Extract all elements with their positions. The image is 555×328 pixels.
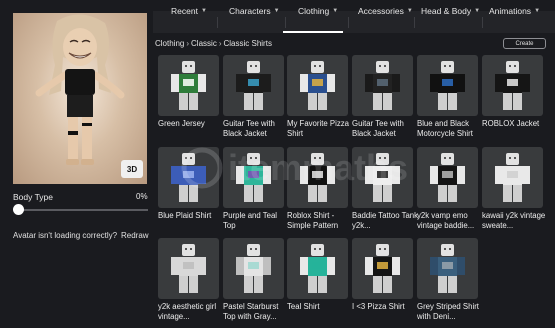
active-tab-indicator <box>283 31 343 33</box>
body-type-value: 0% <box>136 192 148 201</box>
item-card-label[interactable]: Guitar Tee with Black Jacket <box>223 119 291 139</box>
item-thumbnail <box>300 61 335 110</box>
item-card-label[interactable]: Purple and Teal Top <box>223 211 291 231</box>
tab-animations[interactable]: Animations ▼ <box>489 0 540 22</box>
item-card-label[interactable]: Roblox Shirt - Simple Pattern <box>287 211 355 231</box>
avatar-figure <box>35 14 125 165</box>
avatar-preview[interactable]: 3D <box>13 13 147 184</box>
tab-divider <box>285 17 286 28</box>
redraw-link[interactable]: Redraw <box>121 231 149 240</box>
view-3d-button[interactable]: 3D <box>121 160 143 178</box>
item-card[interactable] <box>223 238 284 299</box>
item-thumbnail <box>236 244 271 293</box>
tab-label: Characters <box>229 6 271 16</box>
tab-clothing[interactable]: Clothing ▼ <box>298 0 338 22</box>
chevron-down-icon: ▼ <box>200 8 207 14</box>
tab-recent[interactable]: Recent ▼ <box>171 0 207 22</box>
tab-label: Head & Body <box>421 6 472 16</box>
item-thumbnail <box>171 244 206 293</box>
chevron-down-icon: ▼ <box>474 8 481 14</box>
item-card[interactable] <box>352 238 413 299</box>
item-card-label[interactable]: I <3 Pizza Shirt <box>352 302 420 312</box>
tab-label: Recent <box>171 6 198 16</box>
tab-accessories[interactable]: Accessories ▼ <box>358 0 413 22</box>
breadcrumb-classic[interactable]: Classic <box>191 39 217 48</box>
item-card-label[interactable]: kawaii y2k vintage sweate... <box>482 211 550 231</box>
item-card[interactable] <box>223 147 284 208</box>
item-card[interactable] <box>158 147 219 208</box>
breadcrumb: Clothing › Classic › Classic Shirts <box>155 39 272 48</box>
item-thumbnail <box>365 61 400 110</box>
item-thumbnail <box>365 244 400 293</box>
item-card-label[interactable]: ROBLOX Jacket <box>482 119 550 129</box>
breadcrumb-separator-icon: › <box>218 39 222 48</box>
item-thumbnail <box>171 153 206 202</box>
tab-divider <box>217 17 218 28</box>
item-card-label[interactable]: Baddie Tattoo Tank y2k... <box>352 211 420 231</box>
chevron-down-icon: ▼ <box>273 8 280 14</box>
chevron-down-icon: ▼ <box>406 8 413 14</box>
create-button[interactable]: Create <box>503 38 546 49</box>
item-card[interactable] <box>287 238 348 299</box>
item-thumbnail <box>300 153 335 202</box>
item-thumbnail <box>300 244 335 293</box>
chevron-down-icon: ▼ <box>534 8 541 14</box>
item-card[interactable] <box>417 147 478 208</box>
tab-label: Animations <box>489 6 532 16</box>
item-card-label[interactable]: Teal Shirt <box>287 302 355 312</box>
tab-head-body[interactable]: Head & Body ▼ <box>421 0 480 22</box>
item-card-label[interactable]: Grey Striped Shirt with Deni... <box>417 302 485 322</box>
item-thumbnail <box>430 244 465 293</box>
item-thumbnail <box>236 61 271 110</box>
item-thumbnail <box>495 61 530 110</box>
item-card[interactable] <box>482 147 543 208</box>
tab-characters[interactable]: Characters ▼ <box>229 0 280 22</box>
item-card-label[interactable]: Blue Plaid Shirt <box>158 211 226 221</box>
tab-label: Clothing <box>298 6 330 16</box>
item-card[interactable] <box>287 147 348 208</box>
item-card-label[interactable]: My Favorite Pizza Shirt <box>287 119 355 139</box>
item-thumbnail <box>365 153 400 202</box>
item-card-label[interactable]: y2k vamp emo vintage baddie... <box>417 211 485 231</box>
item-card[interactable] <box>417 55 478 116</box>
item-card[interactable] <box>223 55 284 116</box>
item-card[interactable] <box>287 55 348 116</box>
breadcrumb-clothing[interactable]: Clothing <box>155 39 184 48</box>
item-card-label[interactable]: Guitar Tee with Black Jacket <box>352 119 420 139</box>
item-card[interactable] <box>158 55 219 116</box>
body-type-slider-track[interactable] <box>15 209 148 211</box>
item-thumbnail <box>430 153 465 202</box>
tab-label: Accessories <box>358 6 404 16</box>
tab-divider <box>348 17 349 28</box>
breadcrumb-classic-shirts: Classic Shirts <box>223 39 272 48</box>
item-card[interactable] <box>417 238 478 299</box>
avatar-loading-hint: Avatar isn't loading correctly? <box>13 231 118 240</box>
item-card[interactable] <box>158 238 219 299</box>
item-card-label[interactable]: Blue and Black Motorcycle Shirt <box>417 119 485 139</box>
item-card[interactable] <box>352 55 413 116</box>
item-thumbnail <box>430 61 465 110</box>
tab-divider <box>414 17 415 28</box>
body-type-slider-handle[interactable] <box>13 204 24 215</box>
item-card-label[interactable]: Pastel Starburst Top with Gray... <box>223 302 291 322</box>
chevron-down-icon: ▼ <box>332 8 339 14</box>
item-thumbnail <box>495 153 530 202</box>
item-card-label[interactable]: y2k aesthetic girl vintage... <box>158 302 226 322</box>
body-type-label: Body Type <box>13 192 54 202</box>
item-card[interactable] <box>352 147 413 208</box>
item-thumbnail <box>236 153 271 202</box>
tab-divider <box>482 17 483 28</box>
item-thumbnail <box>171 61 206 110</box>
item-card-label[interactable]: Green Jersey <box>158 119 226 129</box>
breadcrumb-separator-icon: › <box>186 39 190 48</box>
item-card[interactable] <box>482 55 543 116</box>
